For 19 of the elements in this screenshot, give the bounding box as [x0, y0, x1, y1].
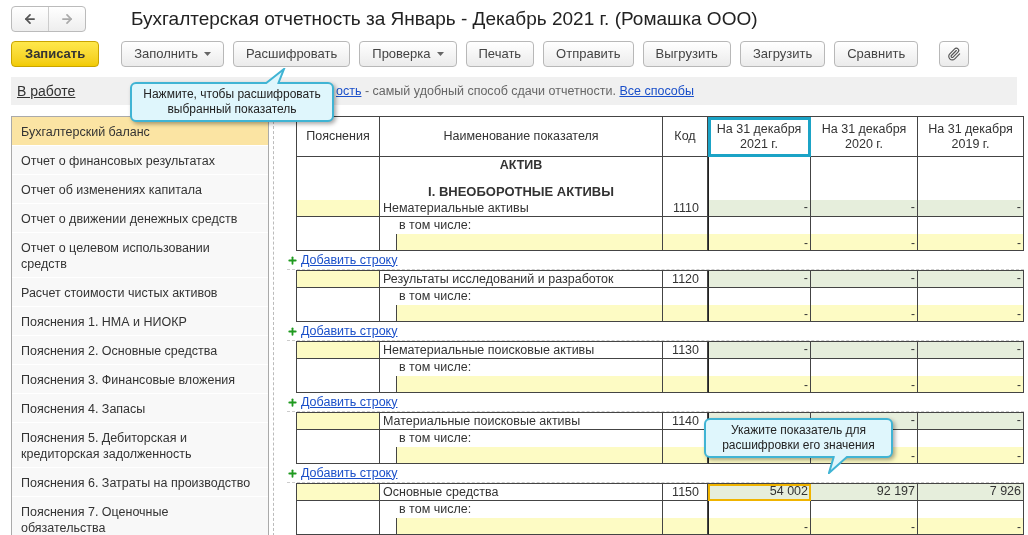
column-header: Наименование показателя: [380, 117, 663, 157]
table-cell: Нематериальные активы: [380, 200, 663, 217]
table-cell: 1120: [663, 271, 708, 288]
table-cell: 1110: [663, 200, 708, 217]
column-header: Код: [663, 117, 708, 157]
table-cell: Результаты исследований и разработок: [380, 271, 663, 288]
table-cell: 1140: [663, 413, 708, 430]
column-header: На 31 декабря 2021 г.: [708, 117, 811, 157]
table-cell: Нематериальные поисковые активы: [380, 342, 663, 359]
table-cell: Материальные поисковые активы: [380, 413, 663, 430]
section-title: АКТИВ: [499, 158, 543, 173]
section-subtitle: I. ВНЕОБОРОТНЫЕ АКТИВЫ: [428, 184, 614, 199]
column-header: На 31 декабря 2020 г.: [811, 117, 918, 157]
info-text: - самый удобный способ сдачи отчетности.: [363, 82, 617, 100]
table-cell: 1130: [663, 342, 708, 359]
table-cell: Основные средства: [380, 484, 663, 501]
table-cell: 1150: [663, 484, 708, 501]
window-title: Бухгалтерская отчетность за Январь - Декабрь 2021 г. (Ромашка ООО): [131, 6, 758, 31]
column-header: На 31 декабря 2019 г.: [918, 117, 1024, 157]
